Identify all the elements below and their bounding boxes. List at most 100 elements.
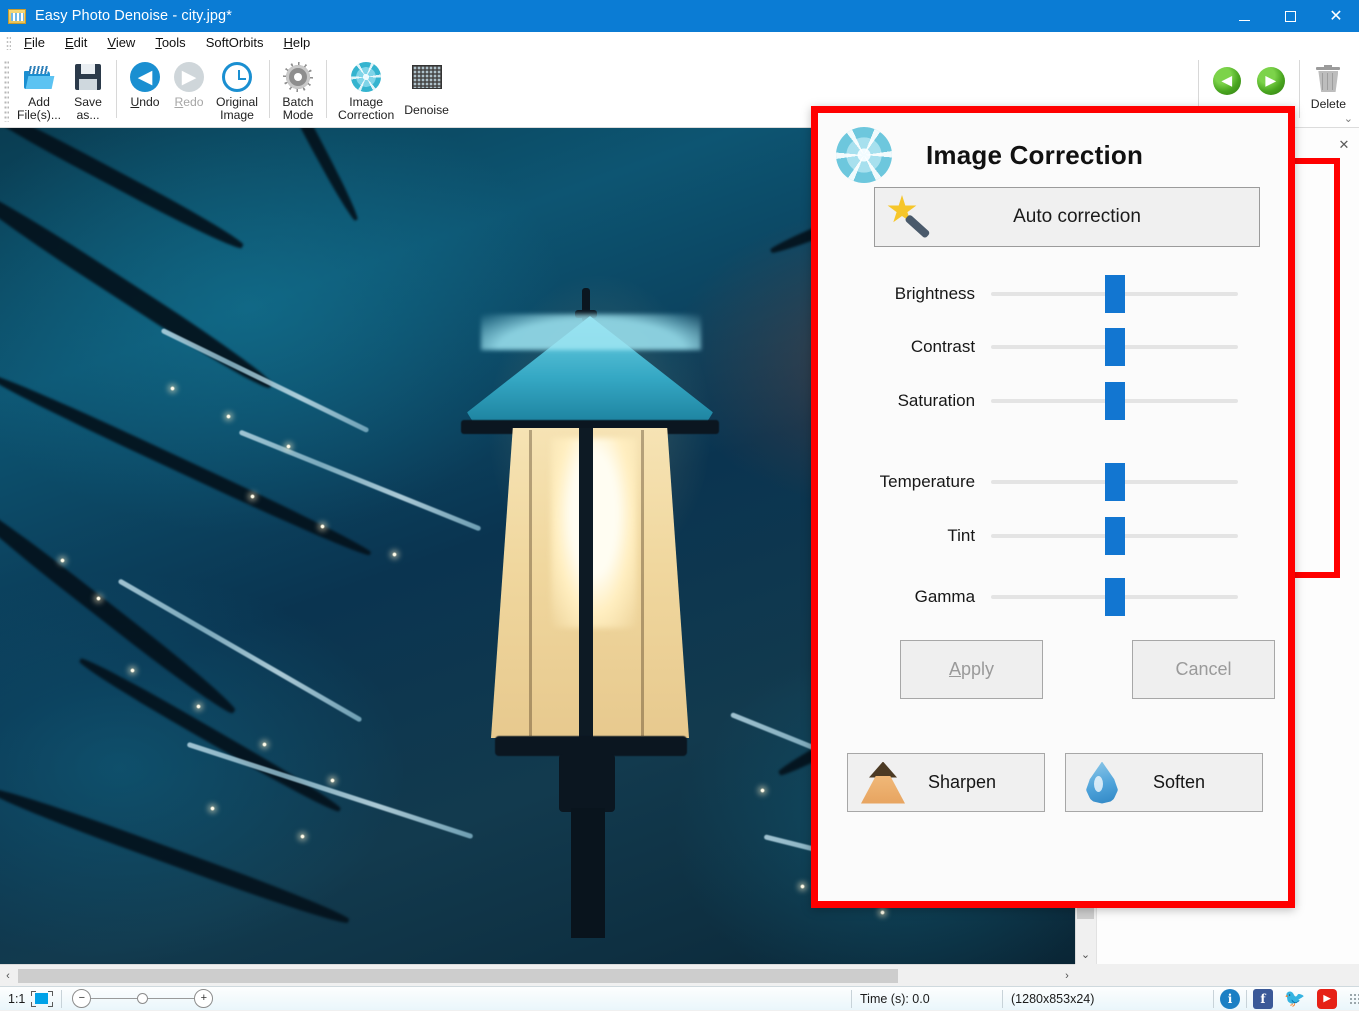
chevron-right-icon[interactable]: › <box>1059 966 1075 986</box>
original-image-label: Original Image <box>216 95 259 122</box>
slider-contrast-thumb[interactable] <box>1104 328 1125 366</box>
toolbar-separator-3 <box>326 60 328 118</box>
chevron-down-icon[interactable]: ⌄ <box>1076 944 1095 964</box>
zoom-track-left <box>91 998 138 999</box>
slider-tint-thumb[interactable] <box>1104 517 1125 555</box>
hscroll-thumb[interactable] <box>18 969 898 983</box>
slider-contrast-track[interactable] <box>991 328 1238 366</box>
slider-saturation[interactable]: Saturation <box>818 382 1238 420</box>
status-separator-5 <box>1246 989 1247 1008</box>
zoom-in-button[interactable]: + <box>194 989 214 1008</box>
delete-button[interactable]: Delete <box>1306 56 1351 111</box>
window-title: Easy Photo Denoise - city.jpg* <box>35 8 232 24</box>
slider-saturation-track[interactable] <box>991 382 1238 420</box>
zoom-out-label: − <box>78 992 86 1004</box>
status-separator-1 <box>61 989 63 1008</box>
sharpen-label: Sharpen <box>927 772 997 792</box>
undo-button[interactable]: ◀ Undo <box>123 56 167 109</box>
expand-chevron-icon[interactable]: ⌄ <box>1344 112 1353 125</box>
resize-grip[interactable] <box>1349 992 1359 1005</box>
menu-help[interactable]: Help <box>273 33 320 52</box>
menu-softorbits[interactable]: SoftOrbits <box>196 33 274 52</box>
water-drop-icon <box>1082 760 1122 806</box>
toolbar-separator <box>116 60 118 118</box>
trash-icon <box>1311 62 1345 96</box>
save-as-button[interactable]: Save as... <box>66 56 110 122</box>
menu-file[interactable]: FFileile <box>14 33 55 52</box>
next-image-button[interactable]: ▶ <box>1249 56 1293 98</box>
menu-view[interactable]: View <box>97 33 145 52</box>
original-image-button[interactable]: Original Image <box>211 56 263 122</box>
close-button[interactable]: ✕ <box>1313 0 1359 32</box>
fit-to-window-icon[interactable] <box>31 990 54 1007</box>
slider-brightness-thumb[interactable] <box>1104 275 1125 313</box>
redo-label: Redo <box>174 95 204 109</box>
minimize-button[interactable] <box>1221 0 1267 32</box>
hscroll-track[interactable] <box>16 968 1059 984</box>
slider-gamma-thumb[interactable] <box>1104 578 1125 616</box>
slider-saturation-thumb[interactable] <box>1104 382 1125 420</box>
slider-brightness[interactable]: Brightness <box>818 275 1238 313</box>
apply-button[interactable]: Apply <box>900 640 1043 699</box>
dialog-header: Image Correction <box>836 127 1143 183</box>
slider-temperature-thumb[interactable] <box>1104 463 1125 501</box>
batch-mode-label: Batch Mode <box>282 95 314 122</box>
prev-arrow-icon: ◀ <box>1210 64 1244 98</box>
denoise-button[interactable]: Denoise <box>399 56 454 117</box>
menu-bar: FFileile Edit View Tools SoftOrbits Help <box>0 32 1359 54</box>
magic-wand-icon <box>885 195 943 239</box>
soften-label: Soften <box>1152 772 1206 792</box>
info-icon[interactable]: i <box>1220 988 1240 1009</box>
image-correction-label: Image Correction <box>338 95 395 122</box>
time-status: Time (s): 0.0 <box>860 991 930 1006</box>
maximize-button[interactable] <box>1267 0 1313 32</box>
twitter-icon[interactable]: 🐦 <box>1284 989 1305 1009</box>
status-separator-4 <box>1213 989 1214 1008</box>
slider-gamma[interactable]: Gamma <box>818 578 1238 616</box>
slider-tint-track[interactable] <box>991 517 1238 555</box>
slider-contrast[interactable]: Contrast <box>818 328 1238 366</box>
slider-temperature-track[interactable] <box>991 463 1238 501</box>
next-arrow-icon: ▶ <box>1254 64 1288 98</box>
slider-gamma-label: Gamma <box>914 587 976 606</box>
zoom-slider[interactable]: − + <box>72 989 214 1008</box>
menu-edit[interactable]: Edit <box>55 33 97 52</box>
cancel-button[interactable]: Cancel <box>1132 640 1275 699</box>
zoom-ratio-label: 1:1 <box>8 991 26 1006</box>
zoom-out-button[interactable]: − <box>72 989 92 1008</box>
toolbar-grip <box>4 60 9 122</box>
title-bar: Easy Photo Denoise - city.jpg* ✕ <box>0 0 1359 32</box>
slider-contrast-label: Contrast <box>910 337 976 356</box>
slider-tint[interactable]: Tint <box>818 517 1238 555</box>
menu-grip <box>6 35 11 50</box>
horizontal-scrollbar[interactable]: ‹ › <box>0 964 1075 987</box>
apply-label: Apply <box>948 659 995 679</box>
zoom-track-right <box>148 998 195 999</box>
auto-correction-button[interactable]: Auto correction <box>874 187 1260 247</box>
gear-icon <box>281 60 315 94</box>
youtube-icon[interactable]: ▶ <box>1317 988 1337 1009</box>
status-bar: 1:1 − + Time (s): 0.0 (1280x853x24) i f … <box>0 986 1359 1010</box>
slider-brightness-label: Brightness <box>894 284 976 303</box>
slider-gamma-track[interactable] <box>991 578 1238 616</box>
dialog-title: Image Correction <box>926 139 1144 170</box>
image-correction-button[interactable]: Image Correction <box>333 56 399 122</box>
application-window: Easy Photo Denoise - city.jpg* ✕ FFileil… <box>0 0 1359 1010</box>
chevron-left-icon[interactable]: ‹ <box>0 966 16 986</box>
redo-arrow-icon: ▶ <box>172 60 206 94</box>
batch-mode-button[interactable]: Batch Mode <box>276 56 320 122</box>
sharpen-button[interactable]: Sharpen <box>847 753 1045 812</box>
facebook-icon[interactable]: f <box>1253 988 1273 1009</box>
noise-grid-icon <box>410 60 444 94</box>
slider-temperature[interactable]: Temperature <box>818 463 1238 501</box>
redo-button[interactable]: ▶ Redo <box>167 56 211 109</box>
soften-button[interactable]: Soften <box>1065 753 1263 812</box>
slider-brightness-track[interactable] <box>991 275 1238 313</box>
open-folder-icon <box>22 60 56 94</box>
panel-close-icon[interactable]: ✕ <box>1336 137 1352 153</box>
starburst-icon <box>836 127 892 183</box>
zoom-knob[interactable] <box>137 993 149 1004</box>
previous-image-button[interactable]: ◀ <box>1205 56 1249 98</box>
menu-tools[interactable]: Tools <box>145 33 195 52</box>
add-files-button[interactable]: Add File(s)... <box>12 56 66 122</box>
